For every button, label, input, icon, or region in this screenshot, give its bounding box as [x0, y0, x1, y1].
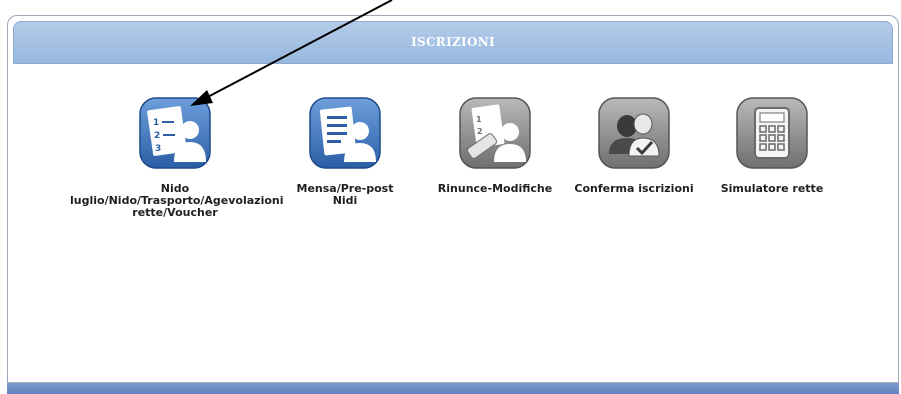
people-check-icon	[598, 97, 670, 169]
svg-text:1: 1	[153, 118, 159, 128]
panel-title: ISCRIZIONI	[411, 35, 495, 49]
document-person-icon	[309, 97, 381, 169]
form-person-icon: 1 2 3	[139, 97, 211, 169]
svg-text:3: 3	[155, 144, 161, 154]
tile-label: Nido luglio/Nido/Trasporto/Agevolazioni …	[70, 182, 284, 219]
tile-conferma[interactable]: Conferma iscrizioni	[572, 96, 696, 195]
footer-bar	[7, 383, 899, 394]
calculator-icon	[736, 97, 808, 169]
tile-mensa[interactable]: Mensa/Pre-post Nidi	[285, 96, 405, 207]
tile-simulatore[interactable]: Simulatore rette	[713, 96, 831, 195]
svg-text:1: 1	[476, 115, 482, 124]
tile-label: Rinunce-Modifiche	[437, 182, 553, 195]
panel-header: ISCRIZIONI	[13, 21, 893, 64]
tile-nido[interactable]: 1 2 3 Nido luglio/Nido/Trasporto/Agevola…	[70, 96, 284, 219]
svg-text:2: 2	[477, 127, 483, 136]
tile-label: Conferma iscrizioni	[574, 182, 694, 195]
eraser-form-person-icon: 1 2	[459, 97, 531, 169]
tile-label: Mensa/Pre-post Nidi	[296, 182, 394, 207]
tile-rinunce[interactable]: 1 2 Rinunce-Modifiche	[430, 96, 560, 195]
tile-label: Simulatore rette	[720, 182, 824, 195]
svg-text:2: 2	[154, 131, 160, 141]
